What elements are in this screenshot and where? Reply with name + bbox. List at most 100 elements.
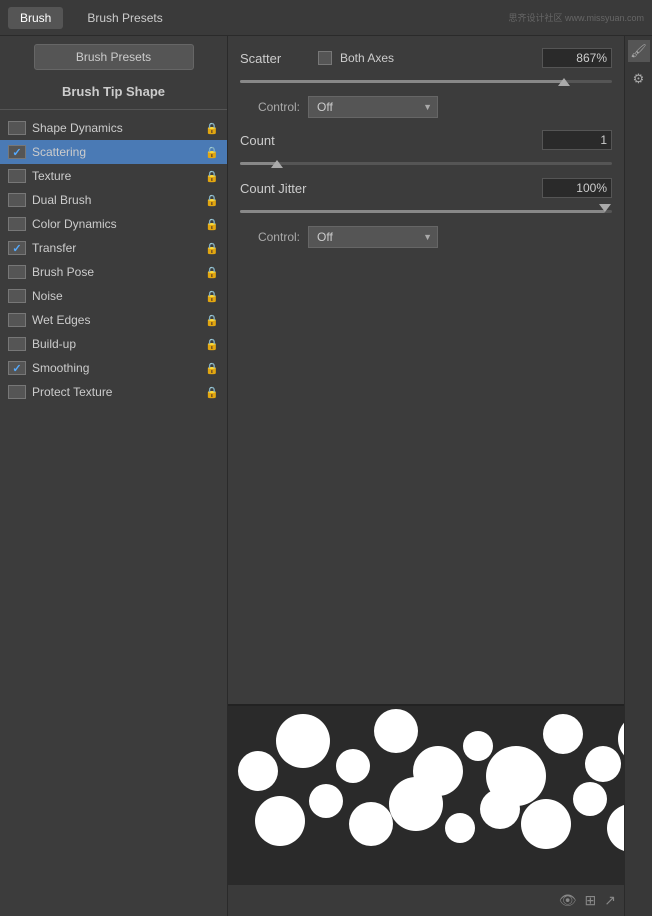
lock-icon-protect-texture: 🔒 — [205, 386, 219, 399]
checkbox-buildup[interactable] — [8, 337, 26, 351]
count-control-select[interactable]: Off Fade Pen Pressure — [308, 226, 438, 248]
left-panel: Brush Presets Brush Tip Shape Shape Dyna… — [0, 36, 228, 916]
label-shape-dynamics: Shape Dynamics — [32, 121, 201, 135]
checkmark-smoothing: ✓ — [12, 362, 21, 375]
count-jitter-value[interactable] — [542, 178, 612, 198]
checkbox-noise[interactable] — [8, 289, 26, 303]
checkbox-dual-brush[interactable] — [8, 193, 26, 207]
top-right-area: 思齐设计社区 www.missyuan.com — [508, 11, 644, 24]
label-buildup: Build-up — [32, 337, 201, 351]
scatter-control-row: Control: Off Fade Pen Pressure Pen Tilt — [240, 96, 612, 118]
checkbox-wet-edges[interactable] — [8, 313, 26, 327]
sidebar-item-wet-edges[interactable]: Wet Edges 🔒 — [0, 308, 227, 332]
label-noise: Noise — [32, 289, 201, 303]
count-jitter-slider-fill — [240, 210, 605, 213]
count-row: Count — [240, 130, 612, 150]
tab-brush-presets[interactable]: Brush Presets — [75, 7, 174, 29]
label-brush-pose: Brush Pose — [32, 265, 201, 279]
label-transfer: Transfer — [32, 241, 201, 255]
checkbox-color-dynamics[interactable] — [8, 217, 26, 231]
tab-brush[interactable]: Brush — [8, 7, 63, 29]
sidebar-item-smoothing[interactable]: ✓ Smoothing 🔒 — [0, 356, 227, 380]
brush-tip-shape-header: Brush Tip Shape — [0, 78, 227, 107]
sidebar-item-buildup[interactable]: Build-up 🔒 — [0, 332, 227, 356]
scatter-row: Scatter Both Axes — [240, 48, 612, 68]
count-jitter-slider-thumb — [599, 204, 611, 212]
checkbox-shape-dynamics[interactable] — [8, 121, 26, 135]
sidebar-item-transfer[interactable]: ✓ Transfer 🔒 — [0, 236, 227, 260]
scatter-control-label: Control: — [240, 100, 300, 114]
sidebar-item-brush-pose[interactable]: Brush Pose 🔒 — [0, 260, 227, 284]
count-jitter-slider-track — [240, 210, 612, 213]
lock-icon-wet-edges: 🔒 — [205, 314, 219, 327]
scatter-control-select[interactable]: Off Fade Pen Pressure Pen Tilt — [308, 96, 438, 118]
count-jitter-label: Count Jitter — [240, 181, 542, 196]
sidebar-item-color-dynamics[interactable]: Color Dynamics 🔒 — [0, 212, 227, 236]
label-protect-texture: Protect Texture — [32, 385, 201, 399]
sidebar-item-texture[interactable]: Texture 🔒 — [0, 164, 227, 188]
lock-icon-buildup: 🔒 — [205, 338, 219, 351]
checkbox-smoothing[interactable]: ✓ — [8, 361, 26, 375]
count-control-label: Control: — [240, 230, 300, 244]
sidebar-item-protect-texture[interactable]: Protect Texture 🔒 — [0, 380, 227, 404]
right-panel: Scatter Both Axes Control: Off Fade — [228, 36, 624, 916]
export-icon[interactable]: ↗ — [604, 892, 616, 909]
lock-icon-shape-dynamics: 🔒 — [205, 122, 219, 135]
label-smoothing: Smoothing — [32, 361, 201, 375]
checkbox-scattering[interactable]: ✓ — [8, 145, 26, 159]
scatter-control-select-wrapper: Off Fade Pen Pressure Pen Tilt — [308, 96, 438, 118]
count-value[interactable] — [542, 130, 612, 150]
count-jitter-slider[interactable] — [240, 202, 612, 220]
scatter-slider-thumb — [558, 78, 570, 86]
strip-icon-brush[interactable]: 🖌 — [628, 40, 650, 62]
scatter-label: Scatter — [240, 51, 310, 66]
scatter-slider-fill — [240, 80, 564, 83]
lock-icon-texture: 🔒 — [205, 170, 219, 183]
brush-presets-button[interactable]: Brush Presets — [34, 44, 194, 70]
checkbox-texture[interactable] — [8, 169, 26, 183]
lock-icon-dual-brush: 🔒 — [205, 194, 219, 207]
count-slider[interactable] — [240, 154, 612, 172]
eye-icon[interactable]: 👁 — [559, 892, 577, 909]
bottom-toolbar: 👁 ⊞ ↗ — [228, 884, 624, 916]
count-control-select-wrapper: Off Fade Pen Pressure — [308, 226, 438, 248]
sidebar-item-scattering[interactable]: ✓ Scattering 🔒 — [0, 140, 227, 164]
count-slider-thumb — [271, 160, 283, 168]
label-dual-brush: Dual Brush — [32, 193, 201, 207]
scatter-slider[interactable] — [240, 72, 612, 90]
checkbox-protect-texture[interactable] — [8, 385, 26, 399]
lock-icon-color-dynamics: 🔒 — [205, 218, 219, 231]
label-scattering: Scattering — [32, 145, 201, 159]
scatter-value[interactable] — [542, 48, 612, 68]
label-color-dynamics: Color Dynamics — [32, 217, 201, 231]
main-layout: Brush Presets Brush Tip Shape Shape Dyna… — [0, 36, 652, 916]
both-axes-label: Both Axes — [340, 51, 394, 65]
checkmark-transfer: ✓ — [12, 242, 21, 255]
checkbox-brush-pose[interactable] — [8, 265, 26, 279]
checkbox-transfer[interactable]: ✓ — [8, 241, 26, 255]
lock-icon-scattering: 🔒 — [205, 146, 219, 159]
strip-icon-settings[interactable]: ⚙ — [628, 68, 650, 90]
lock-icon-transfer: 🔒 — [205, 242, 219, 255]
count-slider-track — [240, 162, 612, 165]
preview-area — [228, 704, 624, 884]
sidebar-item-shape-dynamics[interactable]: Shape Dynamics 🔒 — [0, 116, 227, 140]
right-icon-strip: 🖌 ⚙ — [624, 36, 652, 916]
sidebar-items-list: Shape Dynamics 🔒 ✓ Scattering 🔒 Texture … — [0, 116, 227, 404]
grid-icon[interactable]: ⊞ — [585, 892, 597, 909]
lock-icon-smoothing: 🔒 — [205, 362, 219, 375]
both-axes-checkbox[interactable] — [318, 51, 332, 65]
lock-icon-noise: 🔒 — [205, 290, 219, 303]
label-texture: Texture — [32, 169, 201, 183]
scatter-slider-track — [240, 80, 612, 83]
brush-preview-svg — [228, 706, 624, 884]
controls-area: Scatter Both Axes Control: Off Fade — [228, 36, 624, 704]
label-wet-edges: Wet Edges — [32, 313, 201, 327]
sidebar-item-dual-brush[interactable]: Dual Brush 🔒 — [0, 188, 227, 212]
top-bar: Brush Brush Presets 思齐设计社区 www.missyuan.… — [0, 0, 652, 36]
sidebar-item-noise[interactable]: Noise 🔒 — [0, 284, 227, 308]
count-label: Count — [240, 133, 542, 148]
lock-icon-brush-pose: 🔒 — [205, 266, 219, 279]
count-jitter-row: Count Jitter — [240, 178, 612, 198]
count-control-row: Control: Off Fade Pen Pressure — [240, 226, 612, 248]
